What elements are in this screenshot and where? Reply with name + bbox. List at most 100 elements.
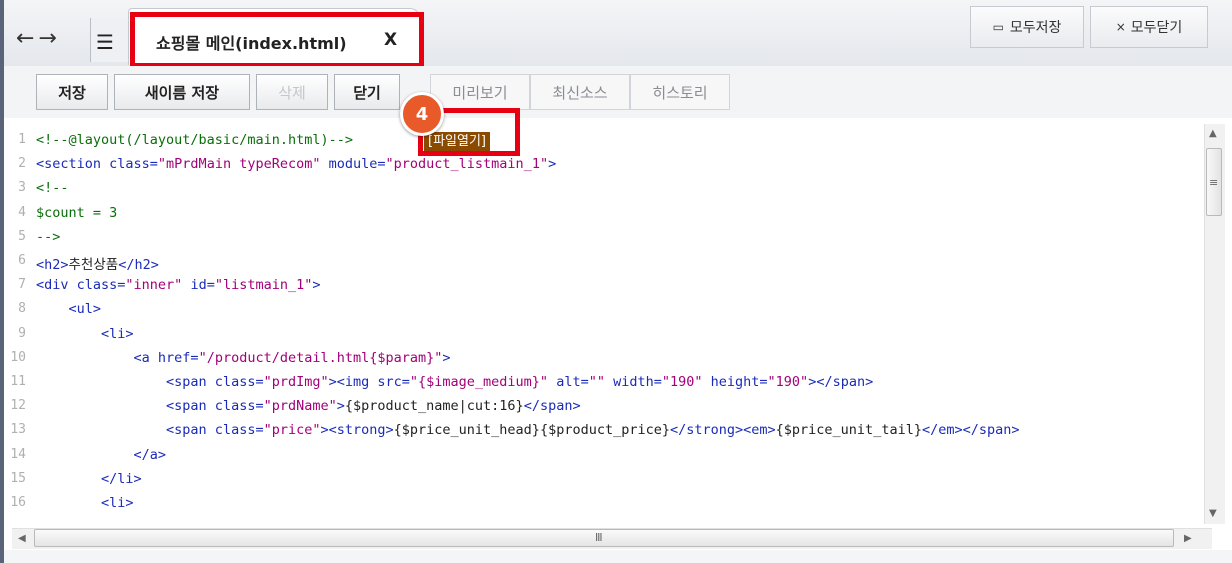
horizontal-grip-icon: Ⅲ <box>595 531 603 544</box>
line-number: 2 <box>18 156 26 172</box>
code-token: "190" <box>767 374 809 390</box>
preview-button[interactable]: 미리보기 <box>430 74 530 110</box>
vertical-grip-icon: ≡ <box>1209 176 1219 189</box>
code-token: {$product_name|cut:16} <box>344 398 524 415</box>
line-number: 13 <box>10 422 26 438</box>
code-line[interactable]: <span class="prdName">{$product_name|cut… <box>36 398 581 414</box>
code-token: > <box>442 349 451 366</box>
code-token: <ul> <box>36 301 102 318</box>
line-number: 16 <box>10 495 26 510</box>
code-token: "190" <box>661 374 703 390</box>
line-number: 1 <box>18 132 26 147</box>
code-token: <div class= <box>36 277 126 294</box>
code-token: width= <box>604 374 662 390</box>
code-token: id= <box>182 277 215 294</box>
code-line[interactable]: $count = 3 <box>36 205 117 221</box>
code-line[interactable]: <span class="prdImg"><img src="{$image_m… <box>36 374 873 390</box>
code-token: <span class= <box>36 422 264 439</box>
code-token: <section class= <box>36 156 158 173</box>
code-line[interactable]: <a href="/product/detail.html{$param}"> <box>36 350 451 366</box>
code-line[interactable]: <section class="mPrdMain typeRecom" modu… <box>36 156 556 172</box>
code-line[interactable]: <div class="inner" id="listmain_1"> <box>36 277 321 293</box>
code-line[interactable]: <ul> <box>36 301 102 318</box>
code-line[interactable]: <li> <box>36 495 134 511</box>
code-token: </strong><em> <box>669 422 776 439</box>
code-token: <h2> <box>36 257 69 273</box>
code-token: "prdImg" <box>263 374 329 390</box>
code-token: </em></span> <box>921 422 1020 439</box>
line-number: 9 <box>18 325 26 341</box>
code-token: 추천상품 <box>68 257 119 273</box>
code-token: </li> <box>36 470 142 487</box>
step-number-badge: 4 <box>400 92 444 136</box>
line-number: 5 <box>18 228 26 244</box>
close-all-label: 모두닫기 <box>1130 20 1183 36</box>
close-all-button[interactable]: × 모두닫기 <box>1090 6 1208 48</box>
save-button[interactable]: 저장 <box>36 74 108 110</box>
history-button[interactable]: 히스토리 <box>630 74 730 110</box>
list-icon[interactable]: ☰ <box>96 30 114 54</box>
code-token: </span> <box>523 398 581 415</box>
save-all-label: 모두저장 <box>1009 20 1062 36</box>
code-token: > <box>548 156 557 173</box>
code-token: <li> <box>36 495 134 511</box>
code-token: <span class= <box>36 398 264 415</box>
code-token: {$price_unit_tail} <box>775 422 922 439</box>
code-token: $count = 3 <box>36 204 118 221</box>
code-token: ><strong> <box>320 422 394 439</box>
line-number: 15 <box>10 470 26 486</box>
save-all-icon: ▭ <box>992 20 1004 34</box>
code-line[interactable]: --> <box>36 229 60 245</box>
code-token: <li> <box>36 325 134 342</box>
code-editor[interactable] <box>4 118 1232 528</box>
scroll-up-arrow-icon[interactable]: ▲ <box>1209 128 1217 139</box>
editor-window: ←→ ☰ 쇼핑몰 메인(index.html) X ▭ 모두저장 × 모두닫기 … <box>0 0 1232 563</box>
save-all-button[interactable]: ▭ 모두저장 <box>970 6 1084 48</box>
code-token: "/product/detail.html{$param}" <box>198 349 443 366</box>
back-forward-icon[interactable]: ←→ <box>16 26 61 51</box>
code-token: "price" <box>263 422 321 439</box>
code-line[interactable]: <h2>추천상품</h2> <box>36 253 159 273</box>
code-token: "product_listmain_1" <box>385 156 549 173</box>
line-number: 6 <box>18 253 26 268</box>
code-token: > <box>312 277 321 294</box>
close-all-icon: × <box>1115 20 1126 34</box>
line-number: 3 <box>18 180 26 196</box>
code-line[interactable]: <!-- <box>36 180 69 196</box>
line-number: 8 <box>18 301 26 317</box>
line-number: 7 <box>18 277 26 293</box>
code-token: "mPrdMain typeRecom" <box>157 156 321 173</box>
horizontal-scroll-thumb[interactable] <box>34 529 1174 547</box>
tab-highlight-box <box>130 12 424 68</box>
code-token: <span class= <box>36 374 264 390</box>
code-token: {$price_unit_head}{$product_price} <box>393 422 670 439</box>
latest-source-button[interactable]: 최신소스 <box>530 74 630 110</box>
scroll-right-arrow-icon[interactable]: ▶ <box>1184 533 1192 544</box>
code-line[interactable]: <span class="price"><strong>{$price_unit… <box>36 422 1020 439</box>
scroll-left-arrow-icon[interactable]: ◀ <box>18 533 26 544</box>
code-token: </h2> <box>118 257 159 273</box>
code-token: <!-- <box>36 180 69 197</box>
code-token: </a> <box>36 446 167 463</box>
line-number: 14 <box>10 446 26 462</box>
save-as-button[interactable]: 새이름 저장 <box>114 74 250 110</box>
code-token: "listmain_1" <box>214 277 313 294</box>
close-button[interactable]: 닫기 <box>334 74 400 110</box>
code-line[interactable]: </a> <box>36 446 167 463</box>
code-token: "" <box>588 374 605 390</box>
code-token: ><img src= <box>328 374 410 390</box>
line-number: 11 <box>10 374 26 389</box>
code-token: > <box>336 398 345 415</box>
code-line[interactable]: </li> <box>36 471 142 487</box>
code-line[interactable]: <li> <box>36 326 134 342</box>
line-number: 12 <box>10 398 26 414</box>
code-token: ></span> <box>808 374 874 390</box>
code-token: <a href= <box>36 349 199 366</box>
code-token: alt= <box>548 374 589 390</box>
code-line[interactable]: <!--@layout(/layout/basic/main.html)--> <box>36 132 353 148</box>
delete-button[interactable]: 삭제 <box>256 74 328 110</box>
scroll-down-arrow-icon[interactable]: ▼ <box>1209 508 1217 519</box>
status-strip <box>4 550 1232 563</box>
code-token: height= <box>702 374 768 390</box>
code-token: "inner" <box>125 277 183 294</box>
